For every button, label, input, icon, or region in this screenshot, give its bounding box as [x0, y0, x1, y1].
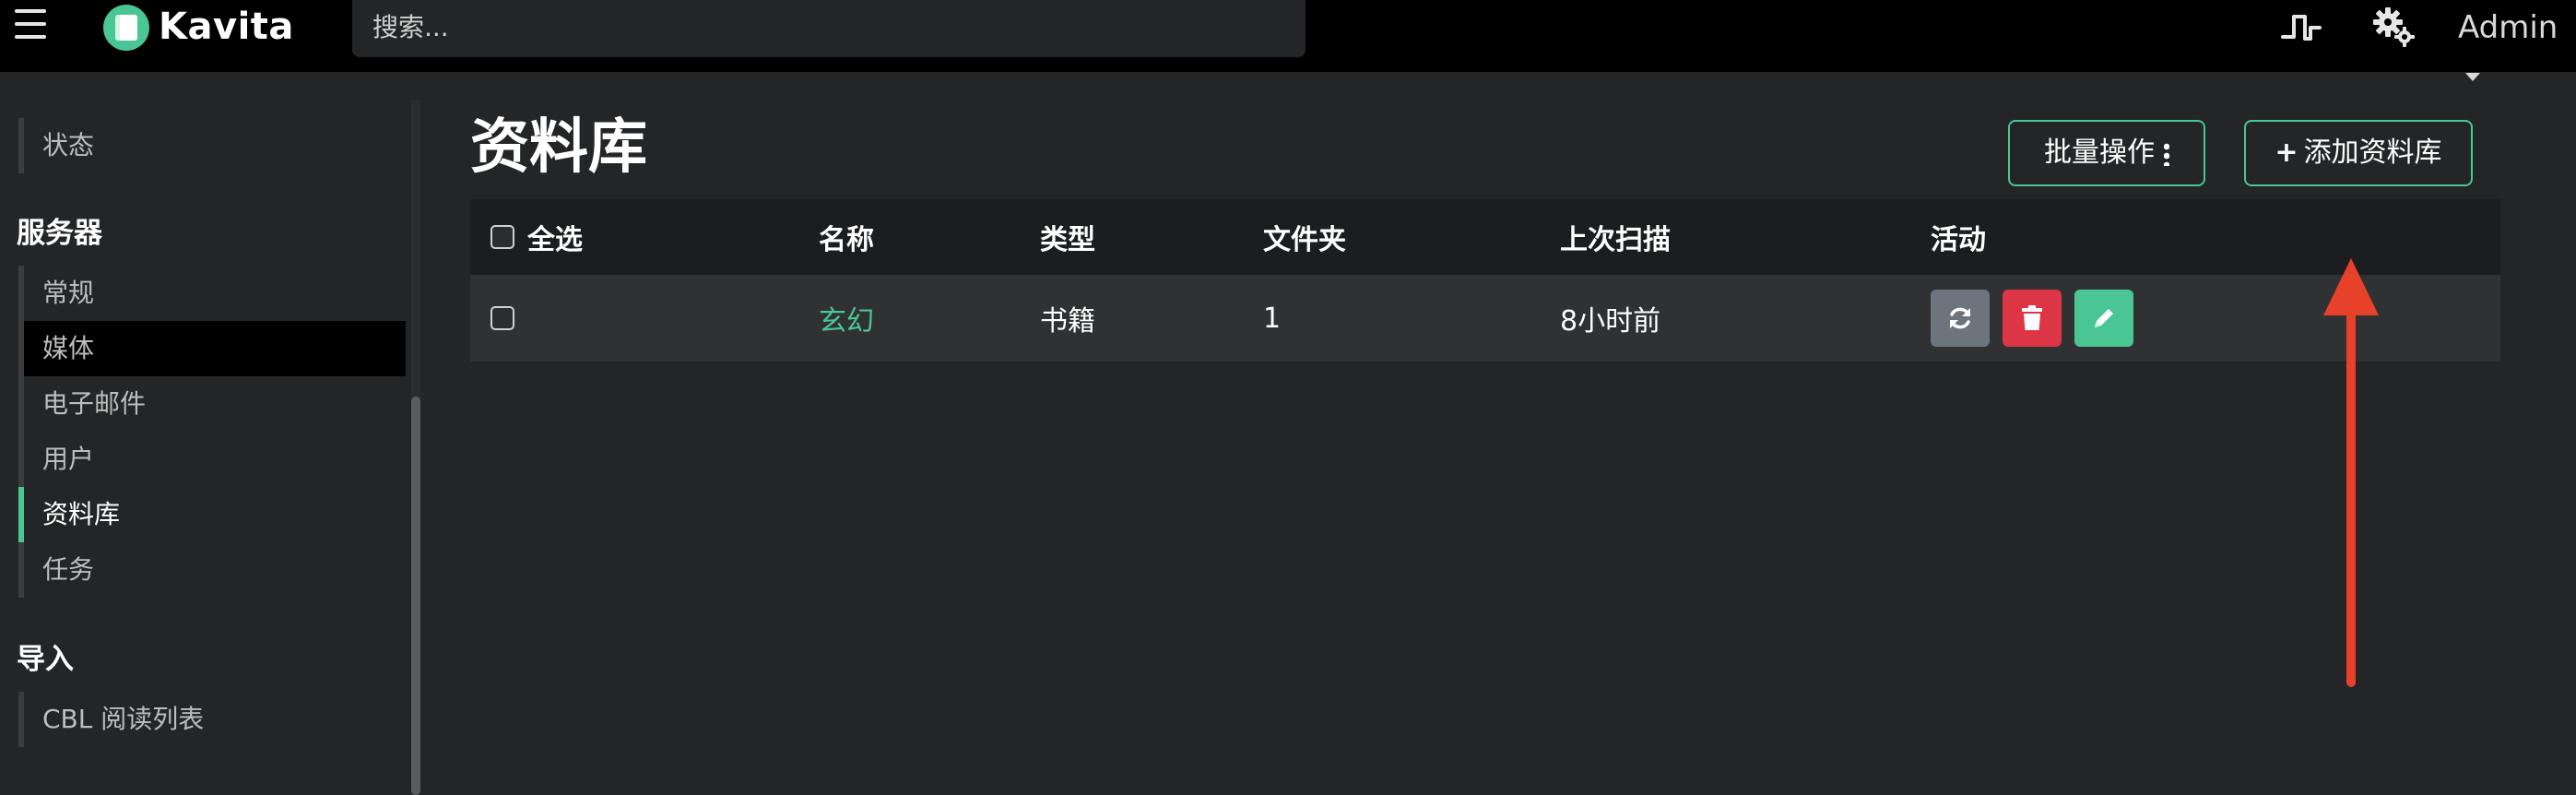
sidebar-heading-import: 导入: [17, 643, 74, 676]
library-last-scan: 8小时前: [1560, 305, 1661, 338]
scan-library-button[interactable]: [1931, 290, 1990, 347]
settings-sidebar: 状态 服务器 常规 媒体 电子邮件 用户 资料库 任务 导入 CBL 阅读列表: [0, 100, 406, 795]
library-name[interactable]: 玄幻: [819, 298, 874, 338]
library-type: 书籍: [1040, 305, 1095, 338]
header-actions: 活动: [1931, 224, 1986, 256]
sidebar-item-status[interactable]: 状态: [18, 118, 406, 173]
select-all-checkbox[interactable]: [490, 225, 514, 249]
row-select-cell: [490, 275, 527, 362]
sidebar-item-cbl-reading-list[interactable]: CBL 阅读列表: [18, 692, 406, 747]
trash-icon: [2022, 305, 2042, 330]
brand-name[interactable]: Kavita: [159, 4, 294, 50]
top-navbar: Kavita Admin: [0, 0, 2576, 81]
gears-icon[interactable]: [2371, 6, 2417, 50]
header-type: 类型: [1040, 224, 1095, 256]
header-folders: 文件夹: [1263, 224, 1346, 256]
delete-library-button[interactable]: [2003, 290, 2062, 347]
table-row: 玄幻 书籍 1 8小时前: [470, 275, 2500, 362]
header-last-scan: 上次扫描: [1560, 224, 1671, 256]
refresh-icon: [1950, 307, 1970, 329]
chevron-down-icon: [2465, 73, 2480, 81]
plus-icon: +: [2275, 136, 2298, 169]
row-actions: [1931, 275, 2146, 362]
sidebar-item-media[interactable]: 媒体: [18, 321, 406, 376]
bulk-actions-button[interactable]: 批量操作: [2008, 120, 2205, 186]
sidebar-heading-server: 服务器: [17, 217, 102, 250]
kebab-menu-icon: [2164, 141, 2169, 166]
bulk-actions-label: 批量操作: [2044, 136, 2155, 169]
add-library-button[interactable]: + 添加资料库: [2244, 120, 2473, 186]
sidebar-item-email[interactable]: 电子邮件: [18, 376, 406, 432]
search-bar[interactable]: [352, 0, 1306, 57]
user-menu[interactable]: Admin: [2458, 4, 2576, 81]
annotation-arrow-icon: [2323, 258, 2379, 687]
library-folders: 1: [1263, 302, 1282, 335]
edit-library-button[interactable]: [2074, 290, 2133, 347]
sidebar-item-users[interactable]: 用户: [18, 432, 406, 487]
sidebar-scrollbar-thumb[interactable]: [411, 397, 420, 795]
libraries-table: 全选 名称 类型 文件夹 上次扫描 活动 玄幻 书籍 1 8小时前: [470, 199, 2500, 362]
page-title: 资料库: [470, 113, 647, 182]
kavita-logo[interactable]: [103, 5, 149, 51]
row-checkbox[interactable]: [490, 306, 514, 330]
header-name: 名称: [819, 224, 874, 256]
table-header: 全选 名称 类型 文件夹 上次扫描 活动: [470, 199, 2500, 275]
add-library-label: 添加资料库: [2303, 136, 2442, 169]
library-name-link[interactable]: 玄幻: [819, 275, 874, 362]
sidebar-item-libraries[interactable]: 资料库: [18, 487, 406, 542]
user-name: Admin: [2458, 9, 2558, 46]
pencil-icon: [2095, 309, 2113, 327]
sidebar-item-tasks[interactable]: 任务: [18, 542, 406, 598]
select-all-label[interactable]: 全选: [527, 217, 583, 257]
sidebar-item-general[interactable]: 常规: [18, 266, 406, 321]
hamburger-menu-icon[interactable]: [15, 9, 46, 39]
pulse-icon[interactable]: [2281, 9, 2322, 46]
search-input[interactable]: [372, 0, 1306, 53]
select-all-cell: 全选: [490, 199, 583, 275]
